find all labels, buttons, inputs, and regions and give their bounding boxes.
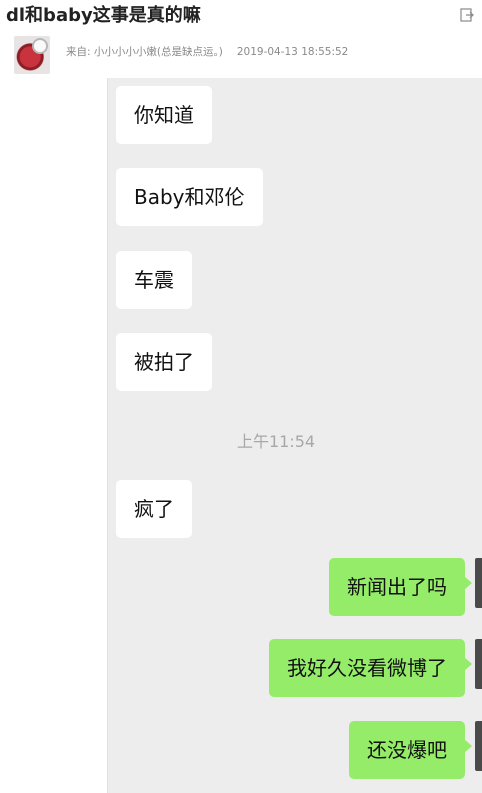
share-icon[interactable] — [460, 8, 474, 22]
post-title: dl和baby这事是真的嘛 — [6, 5, 201, 26]
meta-text: 来自: 小小小小小嫩(总是缺点运。) 2019-04-13 18:55:52 — [66, 44, 348, 59]
author-name[interactable]: 小小小小小嫩(总是缺点运。) — [94, 46, 223, 58]
chat-message-incoming: Baby和邓伦 — [116, 168, 263, 226]
sender-avatar — [475, 721, 482, 771]
chat-message-outgoing: 还没爆吧 — [349, 721, 472, 779]
chat-message-incoming: 你知道 — [116, 86, 212, 144]
chat-message-incoming: 被拍了 — [116, 333, 212, 391]
sender-avatar — [475, 639, 482, 689]
post-datetime: 2019-04-13 18:55:52 — [236, 46, 349, 58]
chat-message-incoming: 车震 — [116, 251, 192, 309]
chat-message-outgoing: 新闻出了吗 — [329, 558, 472, 616]
post-meta: 来自: 小小小小小嫩(总是缺点运。) 2019-04-13 18:55:52 — [14, 36, 454, 76]
chat-timestamp: 上午11:54 — [236, 432, 316, 451]
from-label: 来自: — [66, 46, 94, 58]
sender-avatar — [475, 558, 482, 608]
chat-message-outgoing: 我好久没看微博了 — [269, 639, 472, 697]
avatar[interactable] — [14, 36, 50, 74]
chat-message-incoming: 疯了 — [116, 480, 192, 538]
chat-screenshot: 你知道 Baby和邓伦 车震 被拍了 上午11:54 疯了 新闻出了吗 我好久没… — [107, 78, 482, 793]
